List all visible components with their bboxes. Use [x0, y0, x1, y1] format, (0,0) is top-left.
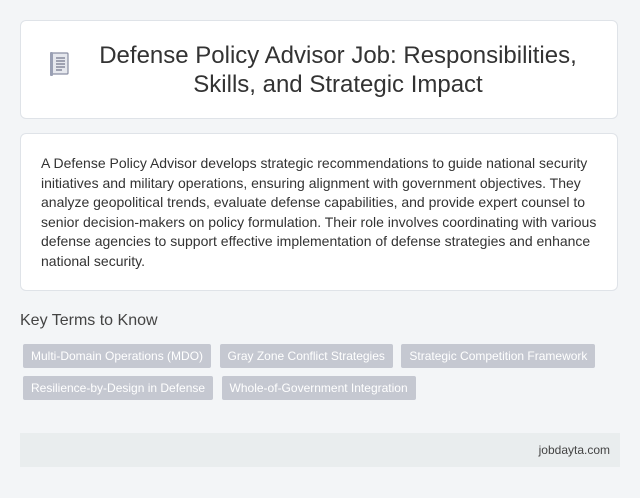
key-terms-tags: Multi-Domain Operations (MDO) Gray Zone … — [23, 344, 613, 408]
description-text: A Defense Policy Advisor develops strate… — [41, 155, 597, 269]
term-tag[interactable]: Gray Zone Conflict Strategies — [219, 344, 393, 368]
term-tag[interactable]: Resilience-by-Design in Defense — [23, 376, 214, 400]
term-tag[interactable]: Strategic Competition Framework — [401, 344, 596, 368]
document-icon — [50, 51, 69, 76]
term-tag[interactable]: Whole-of-Government Integration — [221, 376, 416, 400]
page-title: Defense Policy Advisor Job: Responsibili… — [99, 41, 577, 98]
term-tag[interactable]: Multi-Domain Operations (MDO) — [23, 344, 212, 368]
source-link[interactable]: jobdayta.com — [539, 443, 610, 457]
title-card: Defense Policy Advisor Job: Responsibili… — [20, 20, 618, 119]
key-terms-heading: Key Terms to Know — [20, 312, 158, 329]
description-card: A Defense Policy Advisor develops strate… — [20, 133, 618, 291]
footer-bar: jobdayta.com — [20, 433, 620, 467]
title-wrap: Defense Policy Advisor Job: Responsibili… — [49, 41, 589, 99]
